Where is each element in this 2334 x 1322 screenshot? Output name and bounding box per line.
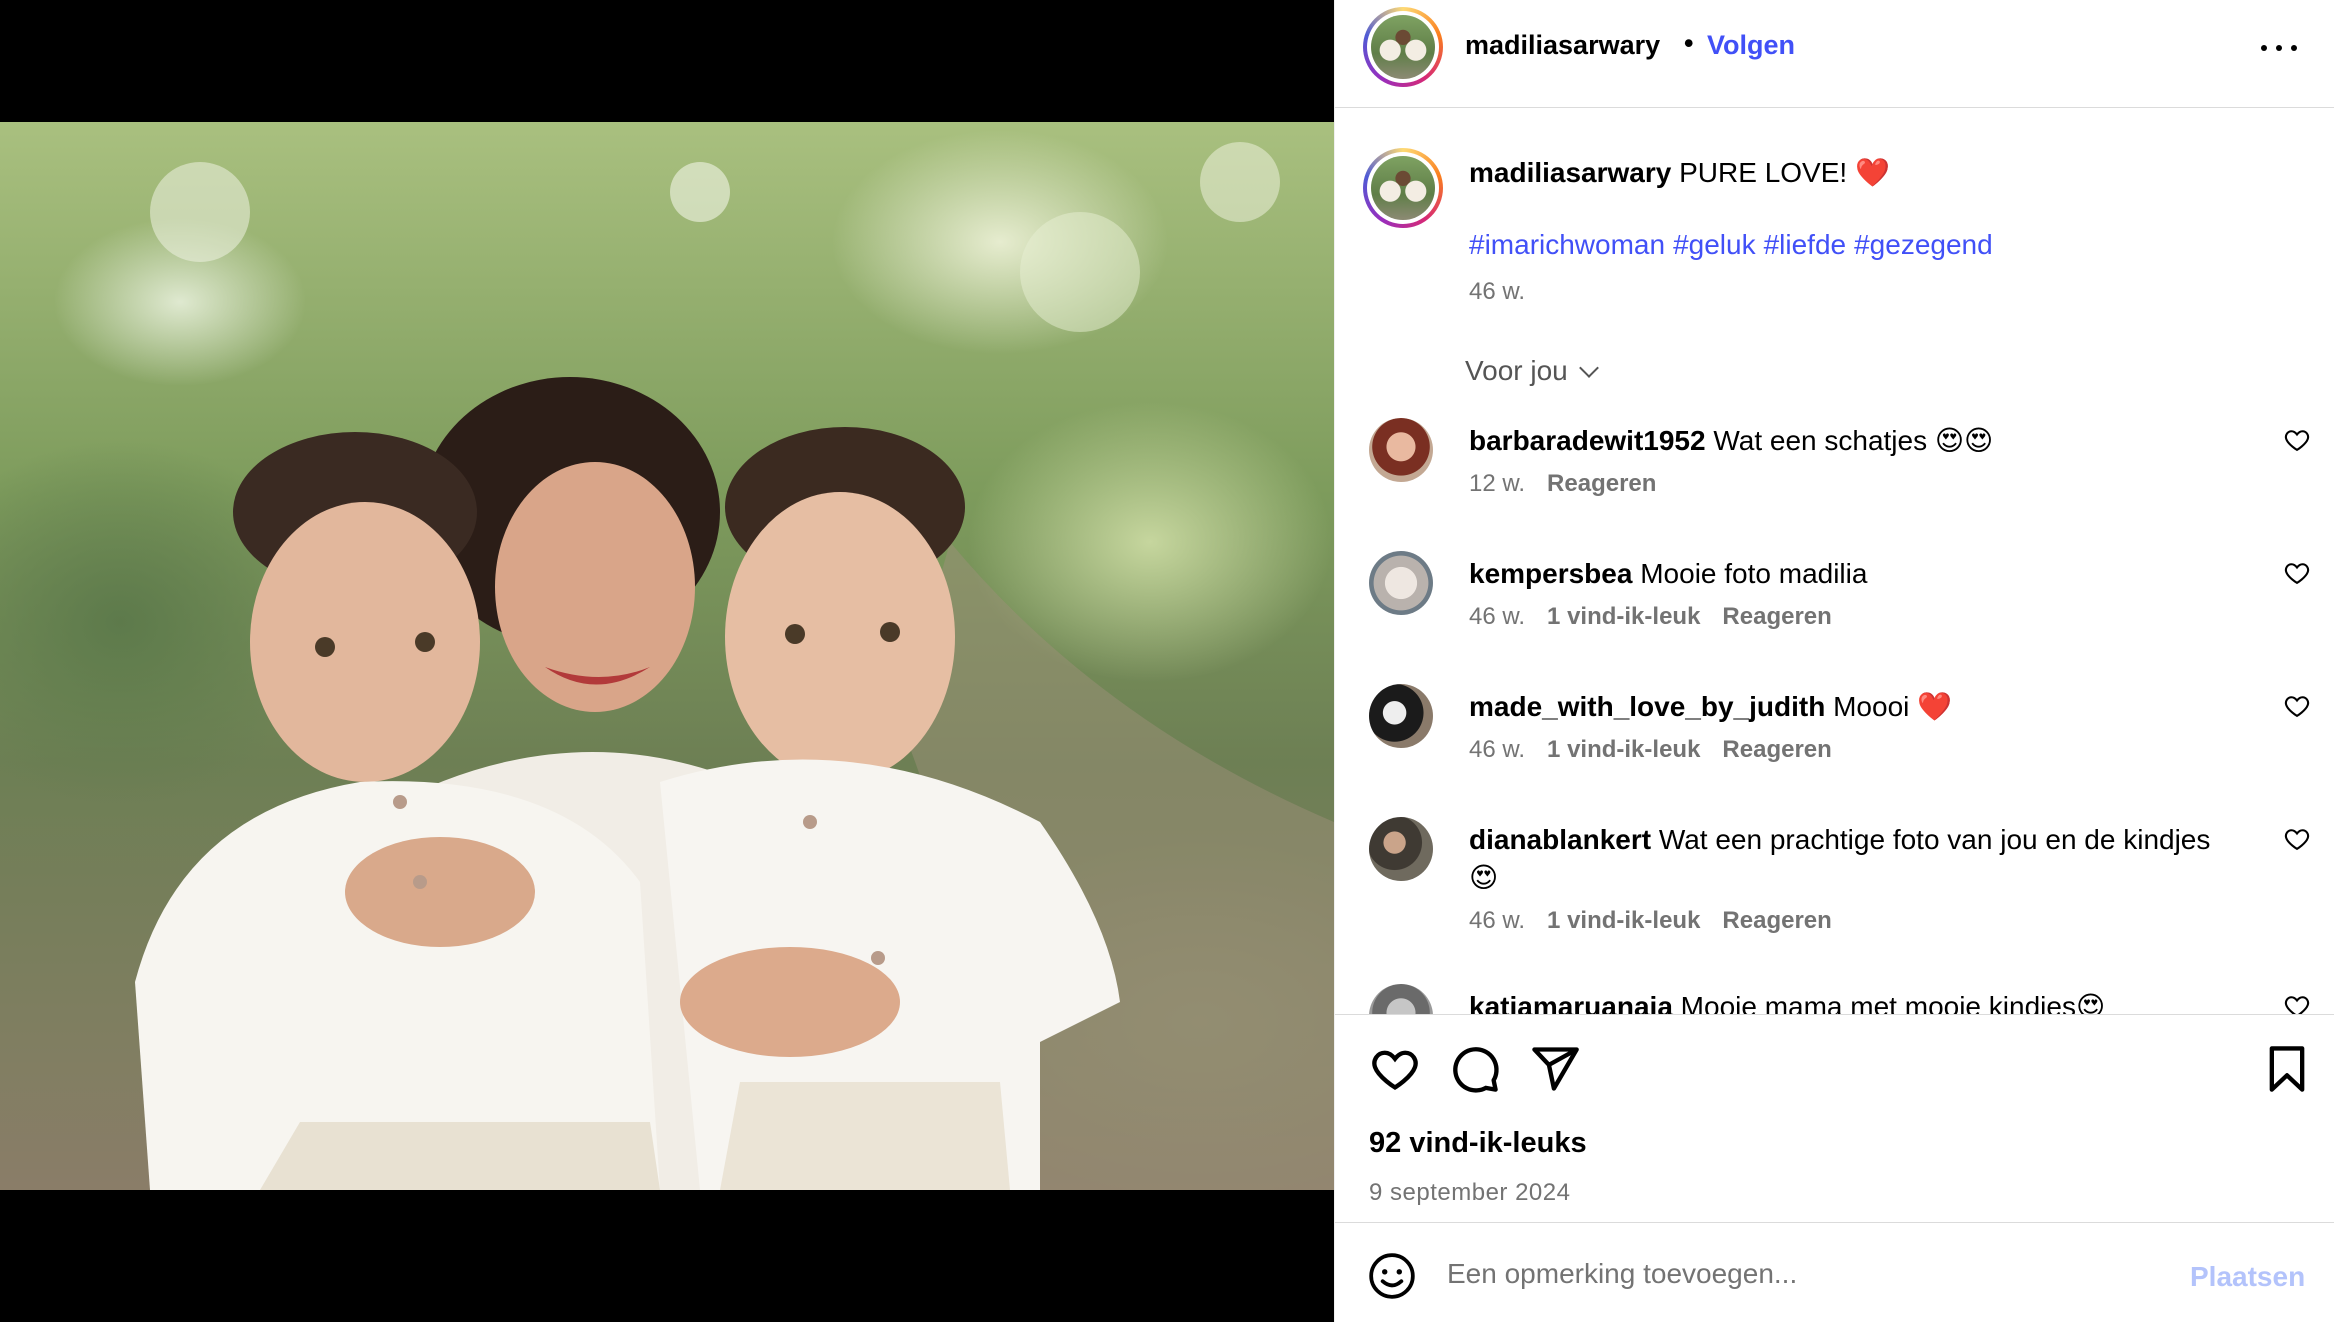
reply-button[interactable]: Reageren <box>1722 736 1831 763</box>
heart-outline-icon[interactable] <box>2283 992 2311 1014</box>
comment-like-count[interactable]: 1 vind-ik-leuk <box>1547 907 1700 934</box>
comment-input[interactable] <box>1447 1251 2147 1297</box>
reply-button[interactable]: Reageren <box>1722 603 1831 630</box>
commenter-username[interactable]: made_with_love_by_judith <box>1469 691 1825 722</box>
chevron-down-icon <box>1578 358 1599 378</box>
comment-meta: 46 w. 1 vind-ik-leuk Reageren <box>1469 603 1854 631</box>
comment-sort-dropdown[interactable]: Voor jou <box>1465 355 1599 387</box>
post-actions: 92 vind-ik-leuks 9 september 2024 <box>1335 1014 2334 1222</box>
comment-body: Wat een schatjes 😍😍 <box>1713 425 1994 456</box>
comment-time: 46 w. <box>1469 907 1526 934</box>
post-date: 9 september 2024 <box>1369 1179 1571 1206</box>
commenter-avatar[interactable] <box>1369 984 1433 1014</box>
reply-button[interactable]: Reageren <box>1547 470 1656 497</box>
comment-text: kempersbea Mooie foto madilia <box>1469 555 2239 593</box>
comments-scroll-area[interactable]: madiliasarwary PURE LOVE! ❤️ #imarichwom… <box>1335 108 2334 1014</box>
caption-text: madiliasarwary PURE LOVE! ❤️ <box>1469 156 1890 189</box>
comment-meta: 12 w. Reageren <box>1469 470 1678 498</box>
commenter-username[interactable]: barbaradewit1952 <box>1469 425 1706 456</box>
caption-hashtags: #imarichwoman #geluk #liefde #gezegend <box>1469 229 2001 261</box>
commenter-username[interactable]: kempersbea <box>1469 558 1632 589</box>
author-username[interactable]: madiliasarwary <box>1465 30 1660 61</box>
commenter-username[interactable]: dianablankert <box>1469 824 1651 855</box>
comment-meta: 46 w. 1 vind-ik-leuk Reageren <box>1469 907 1854 935</box>
post-photo[interactable] <box>0 122 1334 1190</box>
heart-outline-icon[interactable] <box>2283 825 2311 853</box>
bookmark-save-icon[interactable] <box>2261 1043 2313 1095</box>
commenter-avatar[interactable] <box>1369 817 1433 881</box>
commenter-avatar[interactable] <box>1369 684 1433 748</box>
hashtag-link[interactable]: #geluk <box>1673 229 1756 260</box>
commenter-username[interactable]: katiamaruanaia <box>1469 991 1673 1014</box>
share-send-icon[interactable] <box>1529 1043 1581 1095</box>
comment-body: Mooie foto madilia <box>1640 558 1868 589</box>
commenter-avatar[interactable] <box>1369 418 1433 482</box>
heart-outline-icon[interactable] <box>2283 426 2311 454</box>
post-side-panel: madiliasarwary • Volgen madiliasarwary P… <box>1334 0 2334 1322</box>
comment-composer: Plaatsen <box>1335 1222 2334 1322</box>
comment-body: Moooi ❤️ <box>1833 691 1953 722</box>
caption-timestamp: 46 w. <box>1469 278 1526 305</box>
hashtag-link[interactable]: #imarichwoman <box>1469 229 1665 260</box>
heart-outline-icon[interactable] <box>2283 692 2311 720</box>
comment-meta: 46 w. 1 vind-ik-leuk Reageren <box>1469 736 1854 764</box>
comment-text: dianablankert Wat een prachtige foto van… <box>1469 821 2239 897</box>
comment-like-count[interactable]: 1 vind-ik-leuk <box>1547 736 1700 763</box>
hashtag-link[interactable]: #liefde <box>1764 229 1847 260</box>
follow-button[interactable]: Volgen <box>1707 30 1795 61</box>
post-header: madiliasarwary • Volgen <box>1335 0 2334 108</box>
comment-text: katiamaruanaia Mooie mama met mooie kind… <box>1469 988 2239 1014</box>
caption-avatar[interactable] <box>1363 148 1443 228</box>
comment-like-count[interactable]: 1 vind-ik-leuk <box>1547 603 1700 630</box>
comment-body: Mooie mama met mooie kindies😍 <box>1680 991 2106 1014</box>
hashtag-link[interactable]: #gezegend <box>1854 229 1993 260</box>
reply-button[interactable]: Reageren <box>1722 907 1831 934</box>
comment-bubble-icon[interactable] <box>1449 1043 1501 1095</box>
sort-label: Voor jou <box>1465 355 1568 386</box>
post-comment-button[interactable]: Plaatsen <box>2190 1261 2305 1293</box>
like-heart-icon[interactable] <box>1369 1043 1421 1095</box>
caption-username[interactable]: madiliasarwary <box>1469 157 1671 188</box>
emoji-smiley-icon[interactable] <box>1367 1251 1417 1301</box>
author-avatar[interactable] <box>1363 7 1443 87</box>
like-count[interactable]: 92 vind-ik-leuks <box>1369 1127 1587 1160</box>
media-area <box>0 0 1334 1322</box>
heart-outline-icon[interactable] <box>2283 559 2311 587</box>
comment-text: barbaradewit1952 Wat een schatjes 😍😍 <box>1469 422 2239 460</box>
more-options-icon[interactable] <box>2259 36 2299 56</box>
comment-time: 46 w. <box>1469 736 1526 763</box>
comment-text: made_with_love_by_judith Moooi ❤️ <box>1469 688 2239 726</box>
comment-time: 12 w. <box>1469 470 1526 497</box>
separator-dot: • <box>1684 28 1694 58</box>
commenter-avatar[interactable] <box>1369 551 1433 615</box>
red-heart-emoji: ❤️ <box>1854 157 1890 188</box>
caption-body: PURE LOVE! <box>1679 157 1848 188</box>
comment-time: 46 w. <box>1469 603 1526 630</box>
instagram-post-view: madiliasarwary • Volgen madiliasarwary P… <box>0 0 2334 1322</box>
